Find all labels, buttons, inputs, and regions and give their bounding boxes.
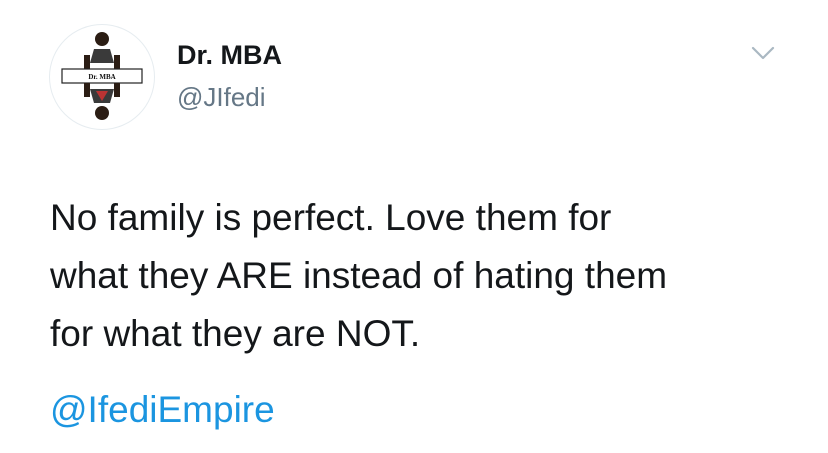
- tweet-text-line: No family is perfect. Love them for: [50, 197, 612, 238]
- avatar-label: Dr. MBA: [88, 73, 115, 81]
- tweet-card: Dr. MBA Dr. MBA @JIfedi No family is per…: [0, 0, 828, 453]
- avatar[interactable]: Dr. MBA: [50, 25, 154, 129]
- avatar-image: Dr. MBA: [61, 32, 143, 120]
- user-handle[interactable]: @JIfedi: [177, 84, 266, 110]
- chevron-down-icon[interactable]: [750, 44, 776, 62]
- display-name[interactable]: Dr. MBA: [177, 42, 282, 69]
- tweet-text: No family is perfect. Love them for what…: [50, 189, 790, 363]
- mention-link[interactable]: @IfediEmpire: [50, 381, 275, 439]
- tweet-text-line: for what they are NOT.: [50, 313, 421, 354]
- tweet-text-line: what they ARE instead of hating them: [50, 255, 668, 296]
